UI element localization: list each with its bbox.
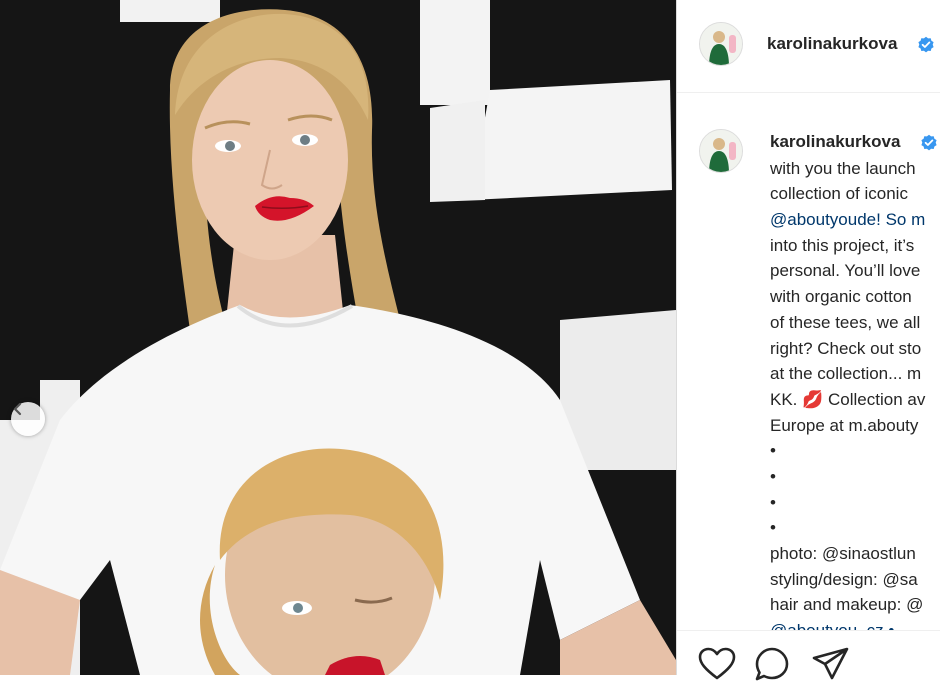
avatar-image — [700, 23, 742, 65]
caption-line: of these tees, we all — [770, 312, 921, 332]
caption-credit[interactable]: hair and makeup: @ — [770, 592, 940, 618]
avatar-image — [700, 130, 742, 172]
caption-bullet: • — [770, 518, 776, 538]
post-header: karolinakurkova — [677, 0, 940, 93]
caption-line: at the collection... m — [770, 364, 922, 384]
caption-mention[interactable]: @aboutyoude! So m — [770, 207, 940, 233]
header-username[interactable]: karolinakurkova — [767, 34, 897, 54]
caption-line: collection of iconic — [770, 184, 908, 204]
verified-badge-icon — [918, 36, 934, 53]
caption-credit[interactable]: photo: @sinaostlun — [770, 541, 940, 567]
panel-divider — [676, 0, 677, 675]
caption-line: Europe at m.abouty — [770, 415, 919, 435]
caption-bullet: • — [770, 492, 776, 512]
post-image — [0, 0, 676, 675]
post-photo[interactable] — [0, 0, 676, 675]
caption-line: with you the launch — [770, 158, 916, 178]
chevron-left-icon — [13, 402, 22, 416]
caption-bullet: • — [770, 441, 776, 461]
caption-bullet: • — [770, 466, 776, 486]
caption-avatar[interactable] — [699, 129, 743, 173]
carousel-prev-button[interactable] — [11, 402, 45, 436]
caption-credit[interactable]: styling/design: @sa — [770, 567, 940, 593]
caption-line: into this project, it’s — [770, 235, 915, 255]
caption-line: KK. 💋 Collection av — [770, 389, 926, 409]
caption-line: right? Check out sto — [770, 338, 922, 358]
post-actions — [677, 630, 940, 681]
post-caption: with you the launch collection of iconic… — [770, 130, 940, 644]
caption-line: personal. You’ll love — [770, 261, 921, 281]
heart-icon[interactable] — [697, 645, 737, 685]
avatar[interactable] — [699, 22, 743, 66]
caption-line: with organic cotton — [770, 287, 912, 307]
paper-plane-icon[interactable] — [811, 645, 851, 685]
comment-icon[interactable] — [753, 645, 793, 685]
